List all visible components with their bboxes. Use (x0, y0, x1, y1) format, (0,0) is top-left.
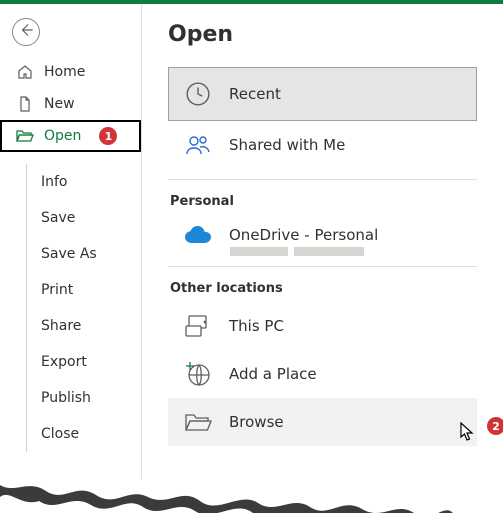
clock-icon (183, 81, 213, 107)
nav-label: Publish (41, 390, 91, 406)
sidebar: Home New Open 1 Info Save Save As Print … (0, 4, 142, 513)
location-label: Browse (229, 413, 284, 431)
location-label: OneDrive - Personal (229, 226, 378, 244)
nav-export[interactable]: Export (27, 344, 141, 380)
nav-label: Export (41, 354, 87, 370)
nav-save-as[interactable]: Save As (27, 236, 141, 272)
location-recent[interactable]: Recent (168, 67, 477, 121)
nav-home[interactable]: Home (0, 56, 141, 88)
nav-save[interactable]: Save (27, 200, 141, 236)
nav-share[interactable]: Share (27, 308, 141, 344)
divider (168, 179, 477, 180)
nav-label: Open (44, 128, 81, 144)
document-icon (16, 95, 34, 113)
nav-open[interactable]: Open 1 (0, 120, 141, 152)
pc-icon (183, 315, 213, 337)
nav-new[interactable]: New (0, 88, 141, 120)
nav-label: Home (44, 64, 85, 80)
section-other: Other locations (170, 281, 477, 296)
nav-info[interactable]: Info (27, 164, 141, 200)
location-shared[interactable]: Shared with Me (168, 121, 477, 169)
nav-label: Save (41, 210, 75, 226)
location-this-pc[interactable]: This PC (168, 302, 477, 350)
main-panel: Open Recent Shared with Me Personal OneD… (142, 4, 503, 513)
arrow-left-icon (19, 23, 33, 41)
home-icon (16, 63, 34, 81)
divider (168, 266, 477, 267)
callout-badge-1: 1 (99, 127, 117, 145)
nav-close[interactable]: Close (27, 416, 141, 452)
page-title: Open (168, 22, 477, 47)
location-label: Recent (229, 85, 281, 103)
cloud-icon (183, 226, 213, 244)
folder-open-icon (16, 127, 34, 145)
location-browse[interactable]: Browse (168, 398, 477, 446)
sidebar-more-group: Info Save Save As Print Share Export Pub… (26, 164, 141, 452)
onedrive-account-redacted (230, 247, 477, 256)
globe-plus-icon (183, 361, 213, 387)
nav-publish[interactable]: Publish (27, 380, 141, 416)
location-label: Add a Place (229, 365, 317, 383)
nav-label: Save As (41, 246, 97, 262)
people-icon (183, 134, 213, 156)
nav-label: New (44, 96, 75, 112)
callout-badge-2: 2 (487, 417, 503, 435)
nav-label: Print (41, 282, 73, 298)
location-add-place[interactable]: Add a Place (168, 350, 477, 398)
location-label: This PC (229, 317, 284, 335)
folder-open-icon (183, 412, 213, 432)
location-label: Shared with Me (229, 136, 345, 154)
back-button[interactable] (12, 18, 40, 46)
nav-label: Close (41, 426, 79, 442)
section-personal: Personal (170, 194, 477, 209)
nav-print[interactable]: Print (27, 272, 141, 308)
nav-label: Share (41, 318, 81, 334)
nav-label: Info (41, 174, 68, 190)
